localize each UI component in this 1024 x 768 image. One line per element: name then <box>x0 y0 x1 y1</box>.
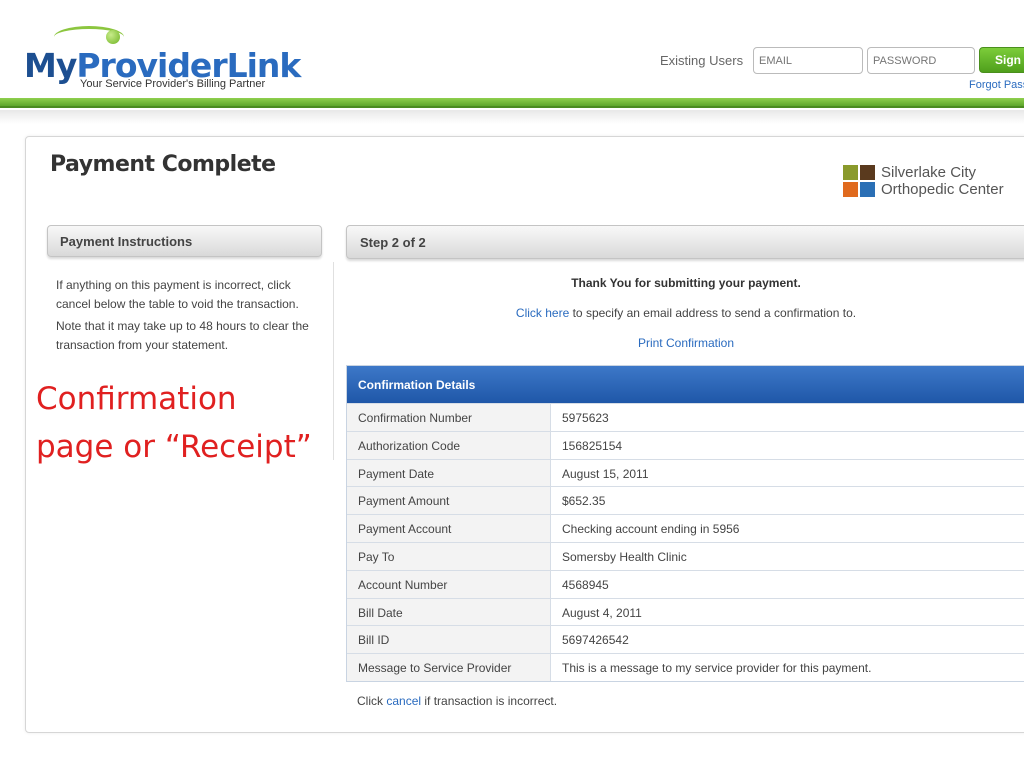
print-confirmation-link[interactable]: Print Confirmation <box>638 336 734 350</box>
logo-part-my: My <box>24 46 77 85</box>
email-confirmation-text: to specify an email address to send a co… <box>569 306 857 320</box>
row-label: Bill ID <box>347 626 551 654</box>
annotation-line: Confirmation <box>36 381 237 417</box>
row-label: Payment Account <box>347 515 551 542</box>
sign-in-button[interactable]: Sign In <box>979 47 1024 73</box>
cancel-prefix: Click <box>357 694 387 708</box>
cancel-line: Click cancel if transaction is incorrect… <box>357 694 557 708</box>
print-confirmation-line: Print Confirmation <box>346 336 1024 350</box>
table-row: Bill Date August 4, 2011 <box>347 597 1024 626</box>
page-title: Payment Complete <box>50 152 276 177</box>
cancel-suffix: if transaction is incorrect. <box>421 694 558 708</box>
confirmation-details-header: Confirmation Details <box>347 366 1024 403</box>
thank-you-message: Thank You for submitting your payment. <box>571 276 801 290</box>
email-confirmation-line: Click here to specify an email address t… <box>346 306 1024 320</box>
table-row: Pay To Somersby Health Clinic <box>347 541 1024 570</box>
row-value: 4568945 <box>551 570 1024 598</box>
existing-users-label: Existing Users <box>660 53 744 68</box>
header-shadow-band <box>0 110 1024 124</box>
clinic-logo: Silverlake City Orthopedic Center <box>843 164 1023 201</box>
row-label: Payment Amount <box>347 487 551 515</box>
logo-dot-icon <box>106 30 120 44</box>
clinic-name-line2: Orthopedic Center <box>881 181 1004 198</box>
confirmation-details-table: Confirmation Details Confirmation Number… <box>346 365 1024 682</box>
table-row: Confirmation Number 5975623 <box>347 403 1024 431</box>
logo-tagline: Your Service Provider's Billing Partner <box>80 78 266 90</box>
table-row: Message to Service Provider This is a mes… <box>347 653 1024 681</box>
receipt-annotation: Confirmation page or “Receipt” <box>36 375 312 471</box>
row-label: Pay To <box>347 542 551 570</box>
row-label: Account Number <box>347 570 551 598</box>
row-label: Authorization Code <box>347 431 551 459</box>
row-label: Confirmation Number <box>347 404 551 431</box>
step-header: Step 2 of 2 <box>346 225 1024 259</box>
row-value: 5975623 <box>551 404 1024 431</box>
instructions-paragraph: If anything on this payment is incorrect… <box>56 278 299 311</box>
click-here-link[interactable]: Click here <box>516 306 569 320</box>
row-label: Payment Date <box>347 459 551 487</box>
row-value: August 15, 2011 <box>551 459 1024 487</box>
payment-instructions-header: Payment Instructions <box>47 225 322 257</box>
myproviderlink-logo[interactable]: MyProviderLink Your Service Provider's B… <box>24 26 304 96</box>
row-value: This is a message to my service provider… <box>551 654 1024 681</box>
table-row: Payment Account Checking account ending i… <box>347 514 1024 542</box>
sidebar-divider <box>333 262 334 460</box>
header-green-bar <box>0 98 1024 108</box>
table-row: Payment Date August 15, 2011 <box>347 458 1024 487</box>
email-input[interactable] <box>753 47 863 74</box>
table-row: Bill ID 5697426542 <box>347 625 1024 654</box>
clinic-logo-square-icon <box>860 182 875 197</box>
password-input[interactable] <box>867 47 975 74</box>
confirmation-details-rows: Confirmation Number 5975623 Authorization … <box>347 403 1024 681</box>
clinic-logo-square-icon <box>860 165 875 180</box>
row-value: $652.35 <box>551 487 1024 515</box>
clinic-name-line1: Silverlake City <box>881 164 977 181</box>
site-header: MyProviderLink Your Service Provider's B… <box>0 0 1024 104</box>
row-label: Message to Service Provider <box>347 654 551 681</box>
cancel-link[interactable]: cancel <box>386 694 421 708</box>
row-value: Checking account ending in 5956 <box>551 515 1024 542</box>
table-row: Payment Amount $652.35 <box>347 486 1024 515</box>
instructions-paragraph: Note that it may take up to 48 hours to … <box>56 319 309 352</box>
clinic-logo-square-icon <box>843 182 858 197</box>
row-value: 5697426542 <box>551 626 1024 654</box>
table-row: Authorization Code 156825154 <box>347 430 1024 459</box>
table-row: Account Number 4568945 <box>347 569 1024 598</box>
row-value: August 4, 2011 <box>551 598 1024 626</box>
row-value: Somersby Health Clinic <box>551 542 1024 570</box>
payment-instructions-text: If anything on this payment is incorrect… <box>56 276 328 355</box>
row-value: 156825154 <box>551 431 1024 459</box>
annotation-line: page or “Receipt” <box>36 429 312 465</box>
row-label: Bill Date <box>347 598 551 626</box>
forgot-password-link[interactable]: Forgot Password? <box>969 79 1024 91</box>
clinic-logo-square-icon <box>843 165 858 180</box>
